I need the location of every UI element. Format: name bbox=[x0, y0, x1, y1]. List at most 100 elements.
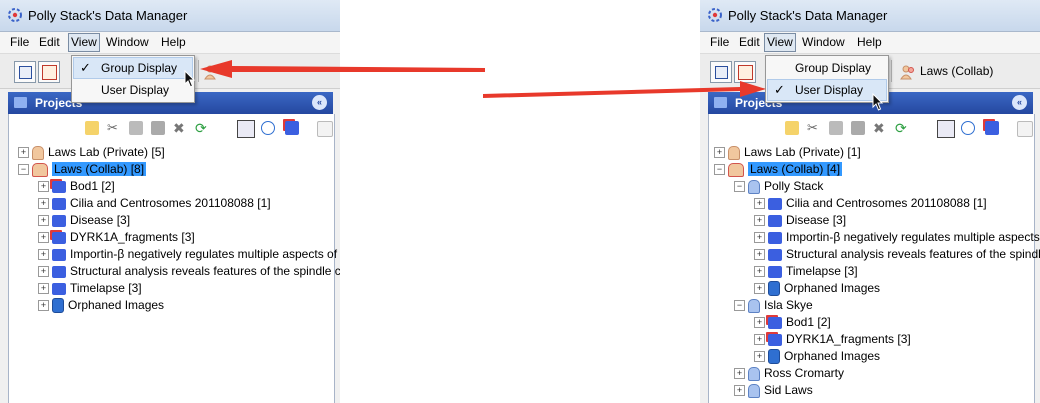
menu-item-user-display[interactable]: ✓ User Display bbox=[767, 79, 887, 101]
collapse-panel-button[interactable]: « bbox=[1012, 95, 1027, 110]
tree-item-project[interactable]: + Structural analysis reveals features of… bbox=[754, 246, 1040, 263]
expand-icon[interactable]: + bbox=[714, 147, 725, 159]
expand-icon[interactable]: + bbox=[734, 385, 745, 397]
tree-item-orphaned-images[interactable]: + Orphaned Images bbox=[754, 348, 880, 365]
expand-icon[interactable]: + bbox=[754, 215, 765, 227]
expand-icon[interactable]: + bbox=[38, 300, 49, 312]
menu-window[interactable]: Window bbox=[104, 35, 151, 50]
tree-item-user-isla-skye[interactable]: − Isla Skye bbox=[734, 297, 813, 314]
copy-icon[interactable] bbox=[829, 121, 843, 135]
tree-item-orphaned-images[interactable]: + Orphaned Images bbox=[38, 297, 164, 314]
tree-item-orphaned-images[interactable]: + Orphaned Images bbox=[754, 280, 880, 297]
group-folder-icon[interactable] bbox=[285, 121, 299, 135]
expand-icon[interactable]: + bbox=[754, 249, 765, 261]
copy-icon[interactable] bbox=[129, 121, 143, 135]
tree-item-project[interactable]: + Importin-β negatively regulates multipl… bbox=[754, 229, 1040, 246]
clock-icon[interactable] bbox=[261, 121, 275, 135]
collapse-icon[interactable]: − bbox=[734, 300, 745, 312]
menu-file[interactable]: File bbox=[708, 35, 731, 50]
expand-icon[interactable]: + bbox=[754, 334, 765, 346]
expand-icon[interactable]: + bbox=[754, 266, 765, 278]
group-folder-icon[interactable] bbox=[985, 121, 999, 135]
menu-help[interactable]: Help bbox=[855, 35, 884, 50]
tree-item-laws-lab-private[interactable]: + Laws Lab (Private) [5] bbox=[18, 144, 165, 161]
edit-button[interactable] bbox=[734, 61, 756, 83]
tree-item-user-polly-stack[interactable]: − Polly Stack bbox=[734, 178, 823, 195]
expand-icon[interactable]: + bbox=[754, 283, 765, 295]
collapse-panel-button[interactable]: « bbox=[312, 95, 327, 110]
paste-icon[interactable] bbox=[151, 121, 165, 135]
tree-item-project[interactable]: + Timelapse [3] bbox=[754, 263, 858, 280]
current-group-label[interactable]: Laws (Collab) bbox=[920, 64, 993, 78]
sort-alphabetical-icon[interactable] bbox=[937, 120, 955, 138]
cut-icon[interactable]: ✂ bbox=[807, 121, 821, 135]
tree-item-project[interactable]: + DYRK1A_fragments [3] bbox=[754, 331, 911, 348]
expand-icon[interactable]: + bbox=[754, 317, 765, 329]
collapse-icon[interactable]: − bbox=[734, 181, 745, 193]
menu-file[interactable]: File bbox=[8, 35, 31, 50]
edit-button[interactable] bbox=[38, 61, 60, 83]
menu-item-group-display[interactable]: ✓ Group Display bbox=[73, 57, 193, 79]
sort-alphabetical-icon[interactable] bbox=[237, 120, 255, 138]
expand-icon[interactable]: + bbox=[754, 351, 765, 363]
tree-item-user-sid-laws[interactable]: + Sid Laws bbox=[734, 382, 813, 399]
new-folder-icon[interactable] bbox=[85, 121, 99, 135]
collapse-icon[interactable]: − bbox=[714, 164, 725, 176]
tree-item-project[interactable]: + Timelapse [3] bbox=[38, 280, 142, 297]
tree-item-project[interactable]: + Structural analysis reveals features of… bbox=[38, 263, 340, 280]
tree-item-project[interactable]: + Bod1 [2] bbox=[754, 314, 831, 331]
menu-view[interactable]: View bbox=[68, 33, 100, 52]
menu-edit[interactable]: Edit bbox=[37, 35, 62, 50]
collapse-icon[interactable]: − bbox=[18, 164, 29, 176]
projects-icon bbox=[714, 97, 727, 108]
collapse-all-icon[interactable] bbox=[1017, 121, 1033, 137]
menu-window[interactable]: Window bbox=[800, 35, 847, 50]
tree-item-project[interactable]: + Disease [3] bbox=[754, 212, 846, 229]
tree-item-laws-lab-private[interactable]: + Laws Lab (Private) [1] bbox=[714, 144, 861, 161]
group-users-icon[interactable] bbox=[900, 64, 916, 80]
menu-help[interactable]: Help bbox=[159, 35, 188, 50]
expand-icon[interactable]: + bbox=[754, 198, 765, 210]
new-window-button[interactable] bbox=[14, 61, 36, 83]
tree-item-project[interactable]: + Bod1 [2] bbox=[38, 178, 115, 195]
delete-icon[interactable]: ✖ bbox=[173, 121, 187, 135]
new-folder-icon[interactable] bbox=[785, 121, 799, 135]
tree-item-user-ross-cromarty[interactable]: + Ross Cromarty bbox=[734, 365, 844, 382]
expand-icon[interactable]: + bbox=[38, 283, 49, 295]
expand-icon[interactable]: + bbox=[734, 368, 745, 380]
expand-icon[interactable]: + bbox=[38, 181, 49, 193]
expand-icon[interactable]: + bbox=[754, 232, 765, 244]
folder-icon bbox=[52, 197, 66, 210]
tree-item-project[interactable]: + Cilia and Centrosomes 201108088 [1] bbox=[38, 195, 271, 212]
group-users-icon[interactable] bbox=[204, 64, 220, 80]
menu-bar: File Edit View Window Help bbox=[700, 32, 1040, 54]
user-icon bbox=[748, 366, 760, 381]
menu-item-user-display[interactable]: User Display bbox=[74, 80, 192, 100]
expand-icon[interactable]: + bbox=[38, 266, 49, 278]
menu-view[interactable]: View bbox=[764, 33, 796, 52]
expand-icon[interactable]: + bbox=[38, 249, 49, 261]
expand-icon[interactable]: + bbox=[38, 215, 49, 227]
menu-bar: File Edit View Window Help bbox=[0, 32, 340, 54]
menu-item-group-display[interactable]: Group Display bbox=[768, 58, 886, 78]
tree-item-laws-collab[interactable]: − Laws (Collab) [8] bbox=[18, 161, 147, 178]
tree-item-laws-collab[interactable]: − Laws (Collab) [4] bbox=[714, 161, 843, 178]
tree-item-project[interactable]: + Cilia and Centrosomes 201108088 [1] bbox=[754, 195, 987, 212]
expand-icon[interactable]: + bbox=[38, 232, 49, 244]
refresh-icon[interactable]: ⟳ bbox=[195, 121, 209, 135]
paste-icon[interactable] bbox=[851, 121, 865, 135]
tree-item-project[interactable]: + DYRK1A_fragments [3] bbox=[38, 229, 195, 246]
tree-item-project[interactable]: + Disease [3] bbox=[38, 212, 130, 229]
new-window-button[interactable] bbox=[710, 61, 732, 83]
clock-icon[interactable] bbox=[961, 121, 975, 135]
collapse-all-icon[interactable] bbox=[317, 121, 333, 137]
menu-edit[interactable]: Edit bbox=[737, 35, 762, 50]
refresh-icon[interactable]: ⟳ bbox=[895, 121, 909, 135]
delete-icon[interactable]: ✖ bbox=[873, 121, 887, 135]
expand-icon[interactable]: + bbox=[18, 147, 29, 159]
cut-icon[interactable]: ✂ bbox=[107, 121, 121, 135]
data-manager-window-user-display: Polly Stack's Data Manager File Edit Vie… bbox=[700, 0, 1040, 403]
folder-icon bbox=[768, 231, 782, 244]
tree-item-project[interactable]: + Importin-β negatively regulates multipl… bbox=[38, 246, 340, 263]
expand-icon[interactable]: + bbox=[38, 198, 49, 210]
